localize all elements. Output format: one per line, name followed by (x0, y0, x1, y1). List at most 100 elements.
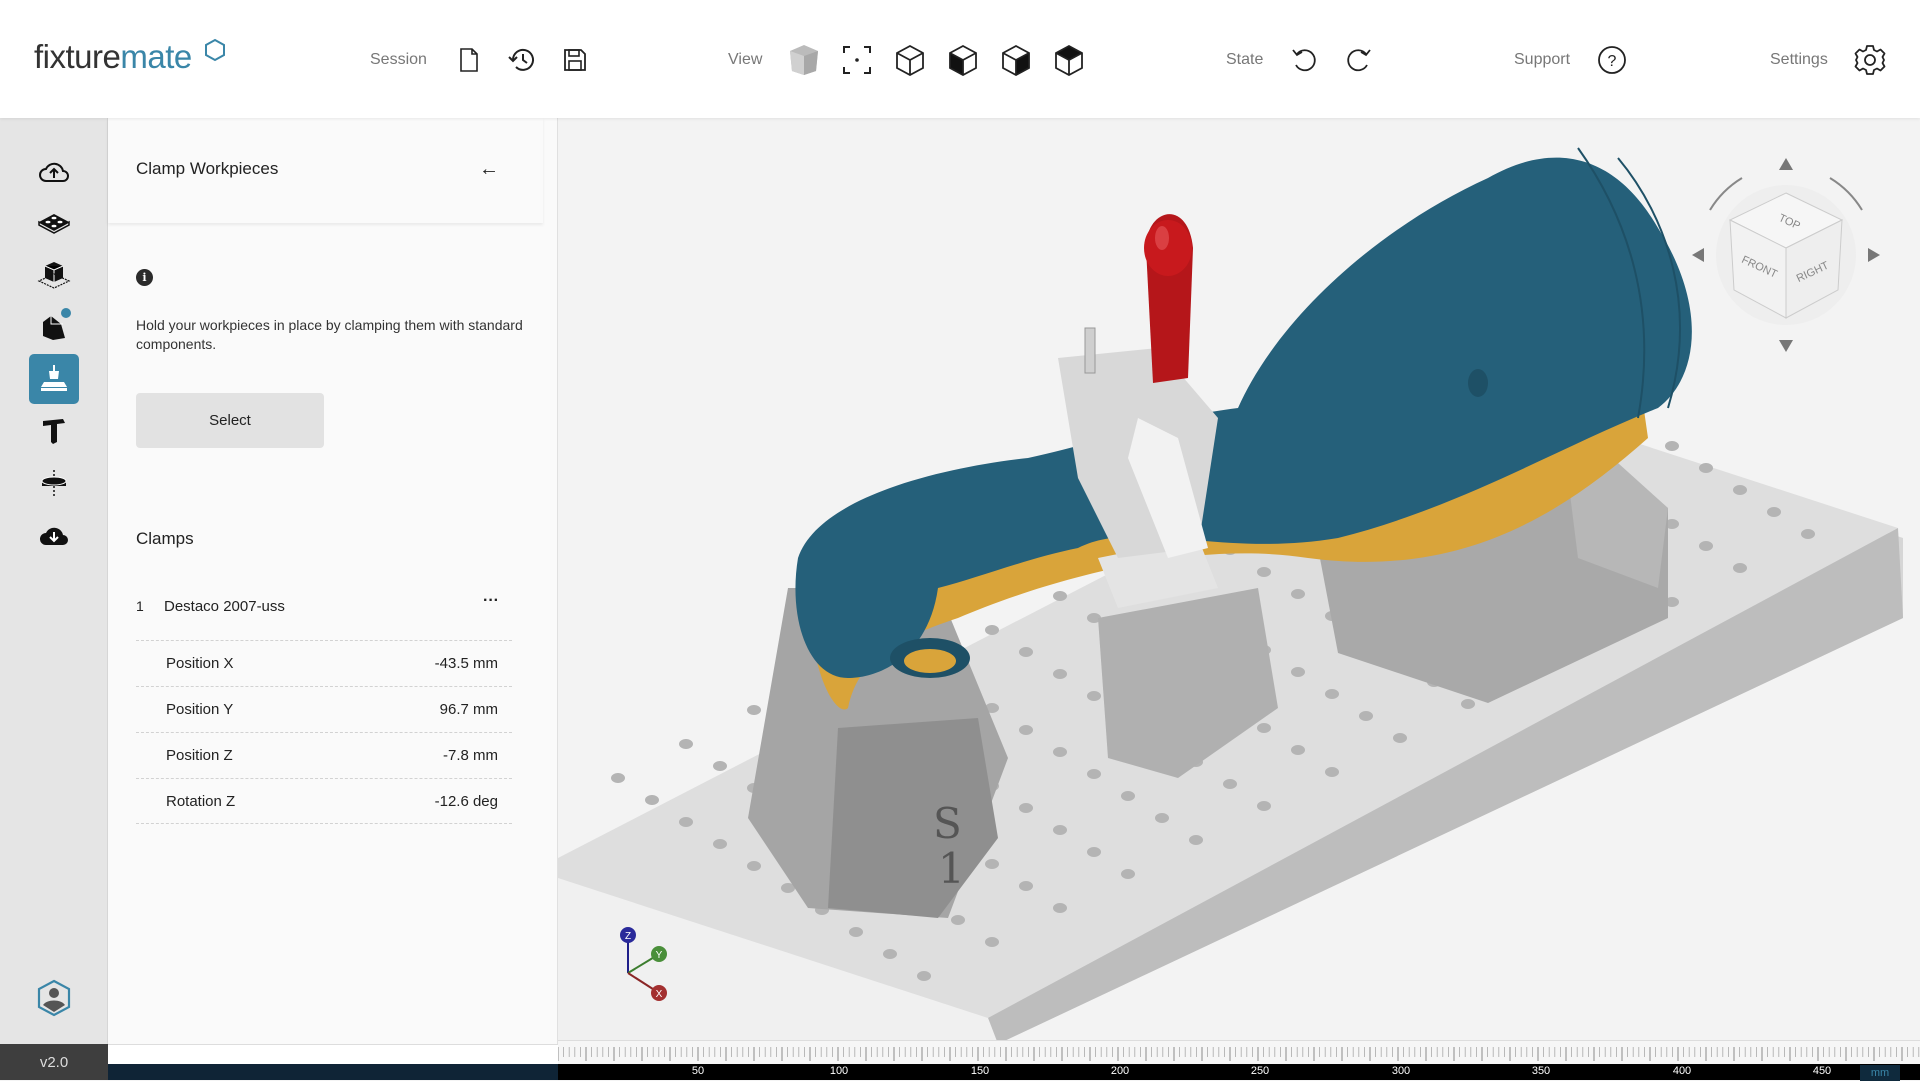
baseplate-hole (985, 625, 999, 635)
baseplate-hole (747, 705, 761, 715)
save-button[interactable] (555, 40, 595, 80)
baseplate-hole (1359, 711, 1373, 721)
ruler-label: 100 (829, 1065, 849, 1077)
property-label: Position Z (166, 747, 233, 764)
fit-view-button[interactable] (837, 40, 877, 80)
baseplate-hole (1019, 725, 1033, 735)
property-value[interactable]: -7.8 mm (443, 747, 498, 764)
right-view-button[interactable] (996, 40, 1036, 80)
left-rail (0, 118, 108, 1044)
shaded-view-button[interactable] (784, 40, 824, 80)
ruler-ticks (557, 1047, 1920, 1061)
baseplate-hole (1087, 769, 1101, 779)
baseplate-hole (1155, 813, 1169, 823)
clamp-properties: Position X -43.5 mm Position Y 96.7 mm P… (136, 640, 512, 824)
panel-header: Clamp Workpieces ← (108, 118, 543, 223)
session-label: Session (370, 51, 427, 68)
baseplate-hole (951, 915, 965, 925)
baseplate-hole (747, 861, 761, 871)
back-arrow-button[interactable]: ← (474, 154, 504, 184)
user-profile-button[interactable] (34, 978, 74, 1018)
rail-item-workpiece[interactable] (29, 250, 79, 300)
property-value[interactable]: -12.6 deg (435, 793, 498, 810)
property-value[interactable]: -43.5 mm (435, 655, 498, 672)
property-label: Position X (166, 655, 234, 672)
property-row-position-x[interactable]: Position X -43.5 mm (136, 640, 512, 686)
settings-button[interactable] (1850, 40, 1890, 80)
top-view-button[interactable] (1049, 40, 1089, 80)
svg-text:?: ? (1608, 53, 1617, 70)
support-label: Support (1514, 51, 1571, 68)
baseplate-hole (1189, 835, 1203, 845)
baseplate-hole (1019, 803, 1033, 813)
property-row-rotation-z[interactable]: Rotation Z -12.6 deg (136, 778, 512, 824)
front-view-button[interactable] (943, 40, 983, 80)
baseplate-hole (645, 795, 659, 805)
state-label: State (1226, 51, 1264, 68)
top-toolbar: fixturemate Session View State Support ?… (0, 0, 1920, 118)
baseplate-hole (713, 761, 727, 771)
property-row-position-z[interactable]: Position Z -7.8 mm (136, 732, 512, 778)
property-value[interactable]: 96.7 mm (440, 701, 498, 718)
ruler-label: 400 (1672, 1065, 1692, 1077)
rail-item-supports[interactable] (29, 302, 79, 352)
rail-item-clamps[interactable] (29, 354, 79, 404)
ruler-label: 300 (1391, 1065, 1411, 1077)
panel-description: Hold your workpieces in place by clampin… (136, 317, 523, 352)
redo-button[interactable] (1338, 40, 1378, 80)
rail-item-t-slot[interactable] (29, 406, 79, 456)
baseplate-hole (1801, 529, 1815, 539)
baseplate-hole (1733, 485, 1747, 495)
help-icon: ? (1598, 46, 1626, 74)
history-icon (508, 48, 534, 71)
new-file-button[interactable] (449, 40, 489, 80)
logo-hexagon-icon (205, 38, 225, 62)
state-group: State (1226, 40, 1391, 80)
rail-item-upload[interactable] (29, 146, 79, 196)
baseplate-hole (1087, 847, 1101, 857)
history-button[interactable] (502, 40, 542, 80)
clamp-index: 1 (136, 598, 144, 614)
baseplate-hole (1121, 869, 1135, 879)
more-options-button[interactable]: ··· (476, 592, 506, 618)
notification-dot (61, 308, 71, 318)
rail-item-rotation[interactable] (29, 458, 79, 508)
orbit-down-arrow (1779, 340, 1793, 352)
rail-item-baseplate[interactable] (29, 198, 79, 248)
baseplate-hole (1223, 779, 1237, 789)
cube-right-icon (1002, 44, 1031, 76)
baseplate-hole (883, 949, 897, 959)
select-button[interactable]: Select (136, 393, 324, 448)
panel-title: Clamp Workpieces (136, 159, 279, 178)
baseplate-hole (1461, 699, 1475, 709)
gear-icon (1854, 45, 1886, 75)
axis-z-label: Z (625, 931, 631, 942)
baseplate-hole (1087, 691, 1101, 701)
baseplate-hole (1053, 903, 1067, 913)
fixturemate-logo: fixturemate (34, 38, 225, 76)
clamp-list-item[interactable]: 1 Destaco 2007-uss ··· (136, 590, 512, 630)
cube-front-icon (949, 44, 978, 76)
iso-view-button[interactable] (890, 40, 930, 80)
view-group: View (728, 40, 1102, 80)
undo-button[interactable] (1285, 40, 1325, 80)
view-cube[interactable]: TOP FRONT RIGHT (1680, 140, 1900, 360)
help-button[interactable]: ? (1592, 40, 1632, 80)
clamps-section-title: Clamps (136, 529, 194, 548)
clamp-panel: Clamp Workpieces ← i Hold your workpiece… (108, 118, 558, 1080)
axis-y-label: Y (656, 950, 663, 961)
info-icon: i (136, 269, 153, 286)
ruler-unit: mm (1860, 1065, 1900, 1081)
property-label: Rotation Z (166, 793, 236, 810)
workpiece-box-icon (37, 262, 71, 289)
baseplate-hole (1053, 747, 1067, 757)
rail-item-download[interactable] (29, 510, 79, 560)
logo-text-mate: mate (120, 38, 192, 75)
baseplate-hole (1053, 825, 1067, 835)
baseplate-hole (1291, 745, 1305, 755)
baseplate-hole (611, 773, 625, 783)
property-row-position-y[interactable]: Position Y 96.7 mm (136, 686, 512, 732)
undo-icon (1292, 49, 1317, 72)
baseplate-hole (1733, 563, 1747, 573)
redo-icon (1347, 49, 1372, 72)
